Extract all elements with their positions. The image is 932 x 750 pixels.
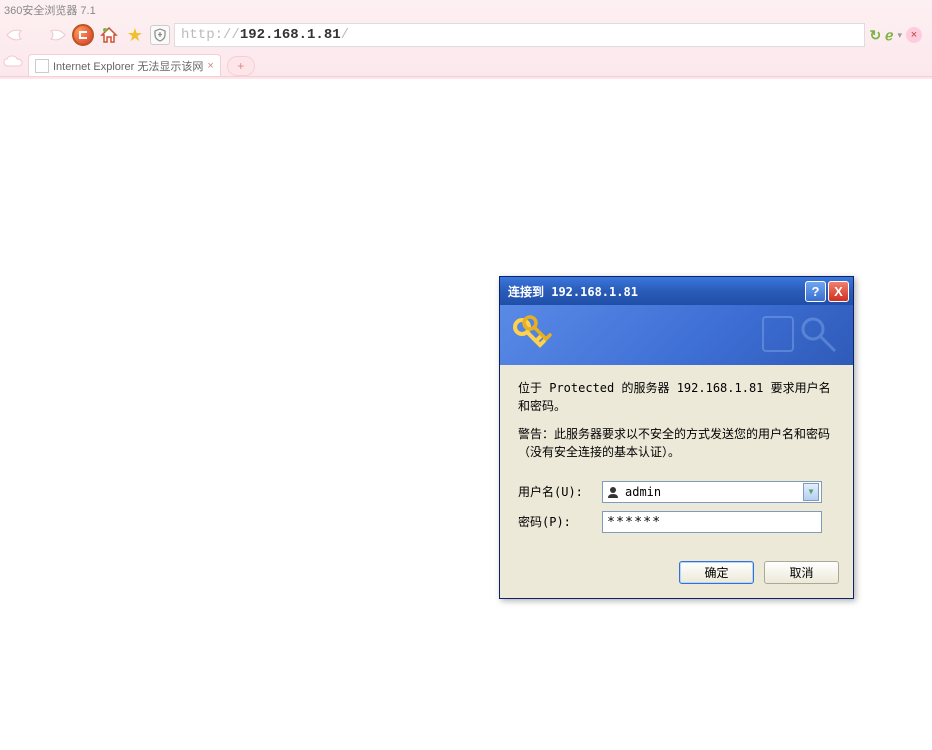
address-bar[interactable]: http://192.168.1.81/ [174, 23, 865, 47]
url-path: / [341, 27, 349, 43]
dialog-body: 位于 Protected 的服务器 192.168.1.81 要求用户名和密码。… [500, 365, 853, 551]
dropdown-icon[interactable]: ▾ [897, 30, 902, 41]
page-icon [35, 59, 49, 73]
tab-title: Internet Explorer 无法显示该网 [53, 58, 203, 74]
tab-bar: Internet Explorer 无法显示该网 × + [0, 50, 932, 76]
url-host: 192.168.1.81 [240, 27, 341, 43]
password-label: 密码(P): [518, 513, 602, 531]
cancel-button[interactable]: 取消 [764, 561, 839, 584]
username-value: admin [625, 483, 803, 501]
browser-toolbar: ★ http://192.168.1.81/ ↻ ℯ ▾ × [0, 20, 932, 50]
security-shield-icon[interactable] [150, 25, 170, 45]
help-button[interactable]: ? [805, 281, 826, 302]
dialog-banner [500, 305, 853, 365]
window-title-bar: 360安全浏览器 7.1 [0, 0, 932, 20]
dialog-message-2: 警告：此服务器要求以不安全的方式发送您的用户名和密码（没有安全连接的基本认证）。 [518, 425, 835, 461]
banner-decoration [753, 309, 843, 362]
dialog-titlebar[interactable]: 连接到 192.168.1.81 ? X [500, 277, 853, 305]
dialog-title: 连接到 192.168.1.81 [504, 283, 803, 300]
url-protocol: http:// [181, 27, 240, 43]
close-button[interactable]: X [828, 281, 849, 302]
dialog-buttons: 确定 取消 [500, 551, 853, 598]
cloud-icon[interactable] [2, 52, 24, 72]
browser-chrome: 360安全浏览器 7.1 ★ http://192.168.1.81/ ↻ ℯ … [0, 0, 932, 79]
home-icon[interactable] [98, 24, 120, 46]
forward-button[interactable] [38, 24, 68, 46]
compat-icon[interactable]: ℯ [885, 27, 893, 44]
window-title: 360安全浏览器 7.1 [4, 2, 96, 18]
user-icon [605, 484, 621, 500]
username-field[interactable]: admin ▼ [602, 481, 822, 503]
stop-button[interactable]: × [906, 27, 922, 43]
toolbar-right: ↻ ℯ ▾ × [869, 27, 928, 44]
password-field[interactable] [602, 511, 822, 533]
username-label: 用户名(U): [518, 483, 602, 501]
ok-button[interactable]: 确定 [679, 561, 754, 584]
auth-dialog: 连接到 192.168.1.81 ? X 位于 Protected 的服务器 1… [499, 276, 854, 599]
combo-dropdown-icon[interactable]: ▼ [803, 483, 819, 501]
favorites-icon[interactable]: ★ [124, 24, 146, 46]
active-tab[interactable]: Internet Explorer 无法显示该网 × [28, 54, 221, 76]
tab-close-icon[interactable]: × [207, 60, 213, 72]
dialog-message-1: 位于 Protected 的服务器 192.168.1.81 要求用户名和密码。 [518, 379, 835, 415]
keys-icon [510, 313, 554, 360]
browser-logo-icon[interactable] [72, 24, 94, 46]
new-tab-button[interactable]: + [227, 56, 255, 76]
share-icon[interactable]: ↻ [869, 27, 881, 44]
back-button[interactable] [4, 24, 34, 46]
